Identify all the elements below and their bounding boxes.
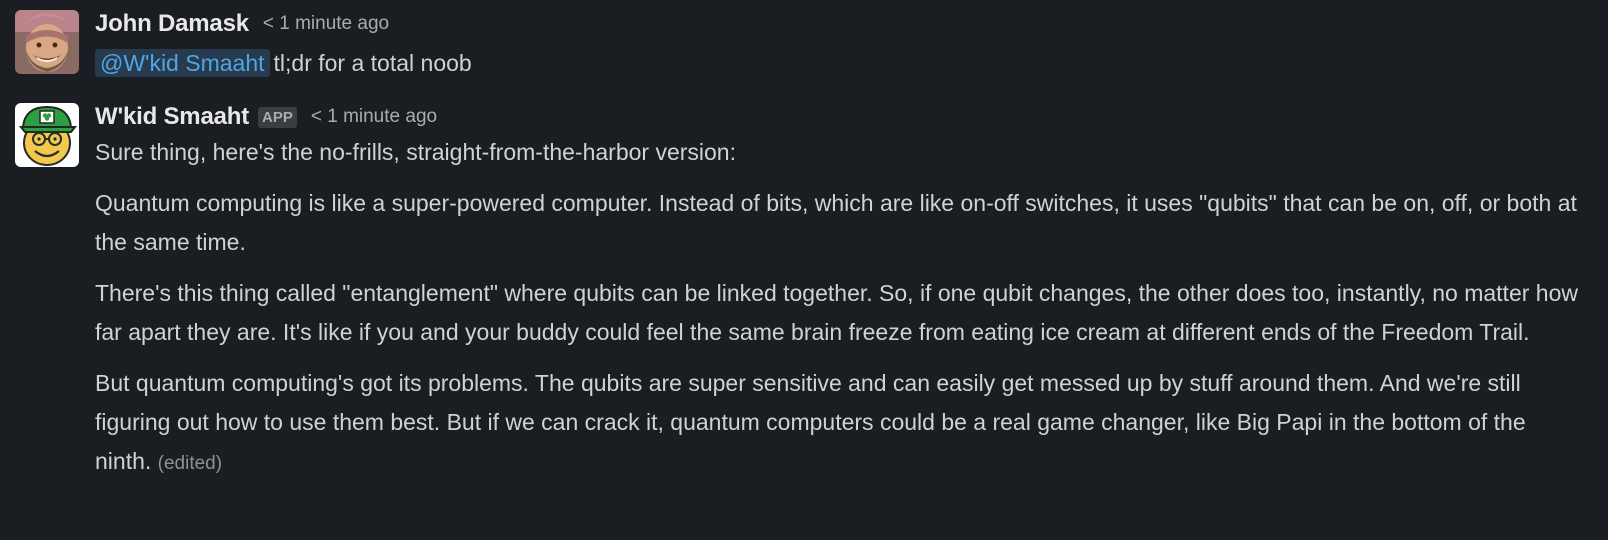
message-paragraph: But quantum computing's got its problems… bbox=[95, 364, 1588, 483]
message-paragraph: There's this thing called "entanglement"… bbox=[95, 280, 1578, 345]
avatar[interactable] bbox=[15, 103, 79, 167]
message-content: John Damask < 1 minute ago @W'kid Smaaht… bbox=[95, 10, 1588, 82]
message-body: tl;dr for a total noob bbox=[273, 50, 472, 76]
mention-link[interactable]: @W'kid Smaaht bbox=[95, 49, 270, 77]
edited-label: (edited) bbox=[157, 453, 223, 474]
timestamp[interactable]: < 1 minute ago bbox=[263, 13, 389, 35]
message-paragraph: Sure thing, here's the no-frills, straig… bbox=[95, 139, 736, 165]
author-name[interactable]: W'kid Smaaht bbox=[95, 103, 249, 131]
message-content: W'kid Smaaht APP < 1 minute ago Sure thi… bbox=[95, 103, 1588, 483]
message-header: John Damask < 1 minute ago bbox=[95, 10, 1588, 38]
message-text: @W'kid Smaaht tl;dr for a total noob bbox=[95, 44, 1588, 82]
avatar[interactable] bbox=[15, 10, 79, 74]
author-name[interactable]: John Damask bbox=[95, 10, 249, 38]
paragraph-text: But quantum computing's got its problems… bbox=[95, 370, 1526, 474]
message-paragraph: Quantum computing is like a super-powere… bbox=[95, 190, 1577, 255]
app-badge: APP bbox=[258, 106, 297, 128]
timestamp[interactable]: < 1 minute ago bbox=[311, 106, 437, 128]
message-header: W'kid Smaaht APP < 1 minute ago bbox=[95, 103, 1588, 131]
